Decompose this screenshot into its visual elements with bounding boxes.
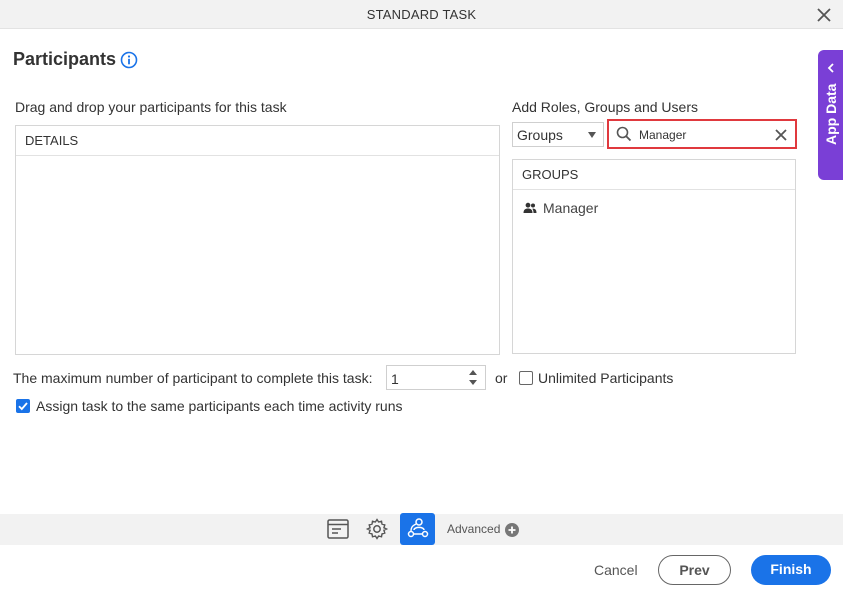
participants-drop-label: Drag and drop your participants for this… [15, 99, 287, 115]
spinner-arrows-icon[interactable] [469, 369, 477, 386]
assign-same-participants-label: Assign task to the same participants eac… [36, 398, 403, 414]
search-input[interactable]: Manager [607, 119, 797, 149]
type-select-value: Groups [517, 127, 563, 143]
add-roles-label: Add Roles, Groups and Users [512, 99, 698, 115]
finish-button[interactable]: Finish [751, 555, 831, 585]
unlimited-participants-checkbox[interactable] [519, 371, 533, 385]
max-participants-label: The maximum number of participant to com… [13, 370, 373, 386]
or-text: or [495, 370, 508, 386]
form-icon[interactable] [326, 517, 350, 541]
page-title: Participants [13, 49, 117, 69]
app-data-tab[interactable]: App Data [818, 50, 843, 180]
participants-flow-icon [407, 518, 429, 538]
gear-icon[interactable] [365, 517, 389, 541]
search-value: Manager [639, 128, 687, 142]
max-participants-value: 1 [391, 371, 399, 387]
type-select[interactable]: Groups [512, 122, 604, 147]
plus-circle-icon[interactable] [505, 523, 519, 537]
dialog-title: STANDARD TASK [366, 7, 477, 22]
close-icon[interactable] [815, 6, 833, 24]
assign-same-participants-checkbox[interactable] [16, 399, 30, 413]
unlimited-participants-label: Unlimited Participants [538, 370, 674, 386]
clear-search-icon[interactable] [774, 128, 788, 142]
max-participants-stepper[interactable]: 1 [386, 365, 486, 390]
group-item-label: Manager [543, 200, 599, 216]
groups-header: GROUPS [513, 160, 795, 190]
search-icon [616, 126, 632, 142]
details-header: DETAILS [16, 126, 499, 156]
participants-drop-zone[interactable]: DETAILS [15, 125, 500, 355]
app-data-label: App Data [823, 83, 839, 145]
cancel-button[interactable]: Cancel [594, 562, 638, 578]
caret-down-icon [588, 132, 596, 138]
participants-tool-button[interactable] [400, 513, 435, 545]
groups-panel: GROUPS Manager [512, 159, 796, 354]
group-item-manager[interactable]: Manager [523, 200, 598, 216]
info-icon[interactable] [120, 51, 138, 69]
group-icon [523, 202, 537, 213]
advanced-link[interactable]: Advanced [447, 522, 500, 536]
title-bar: STANDARD TASK [0, 0, 843, 29]
chevron-left-icon [827, 63, 834, 73]
check-icon [18, 402, 28, 411]
prev-button[interactable]: Prev [658, 555, 731, 585]
